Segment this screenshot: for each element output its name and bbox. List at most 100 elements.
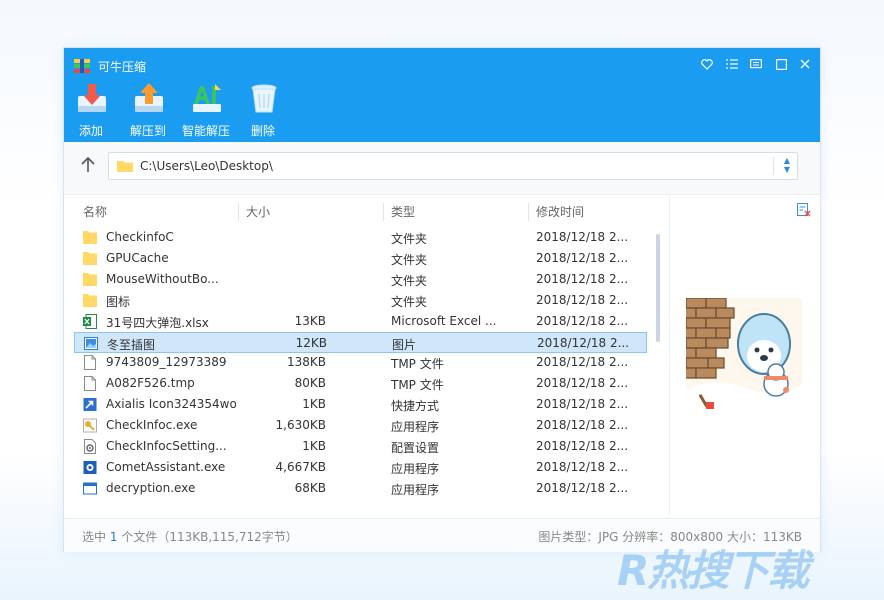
file-row[interactable]: CheckInfoc.exe 1,630KB 应用程序 2018/12/18 2... (74, 415, 647, 436)
file-name: CheckinfoC (106, 230, 174, 244)
tmp-file-icon (83, 376, 97, 392)
image-file-icon (84, 336, 98, 351)
column-type-header[interactable]: 类型 (391, 203, 415, 221)
column-divider[interactable] (528, 203, 529, 221)
config-file-icon (83, 439, 97, 454)
delete-icon (251, 84, 277, 113)
file-name: MouseWithoutBo... (106, 271, 219, 286)
file-modified: 2018/12/18 2... (536, 397, 629, 412)
column-size-header[interactable]: 大小 (246, 203, 270, 221)
column-name-header[interactable]: 名称 (83, 203, 107, 221)
file-type: TMP 文件 (391, 378, 444, 393)
file-type: 快捷方式 (391, 399, 440, 414)
column-divider[interactable] (238, 203, 239, 221)
path-dropdown-icon[interactable]: ▲ ▼ (777, 156, 797, 176)
close-icon[interactable] (797, 56, 813, 72)
tmp-file-icon (83, 355, 97, 371)
exe-app-icon (83, 460, 97, 475)
file-type: 配置设置 (391, 441, 440, 455)
selection-status: 选中 1 个文件（113KB,115,712字节） (82, 530, 298, 544)
file-type: 应用程序 (391, 482, 440, 497)
folder-icon (83, 251, 97, 266)
file-size: 80KB (294, 376, 326, 391)
file-modified: 2018/12/18 2... (536, 439, 629, 453)
smart-extract-button[interactable]: 智能解压 (180, 82, 232, 138)
preview-pane (669, 195, 821, 515)
preview-image (686, 298, 802, 414)
smart-extract-icon (193, 84, 221, 112)
path-text: C:\Users\Leo\Desktop\ (140, 159, 273, 173)
file-modified: 2018/12/18 2... (536, 271, 629, 286)
file-size: 138KB (286, 355, 326, 370)
file-type: 文件夹 (391, 252, 428, 267)
extract-to-icon (135, 83, 163, 112)
file-type: 文件夹 (391, 232, 428, 246)
file-size: 12KB (295, 335, 327, 350)
file-name: 图标 (106, 294, 131, 309)
extract-to-button[interactable]: 解压到 (122, 82, 174, 138)
file-type: 应用程序 (391, 420, 440, 435)
path-input[interactable]: C:\Users\Leo\Desktop\ ▲ ▼ (108, 152, 798, 180)
file-row[interactable]: 31号四大弹泡.xlsx 13KB Microsoft Excel ... 2018/… (74, 311, 647, 332)
file-row[interactable]: GPUCache 文件夹 2018/12/18 2... (74, 248, 647, 269)
file-type: Microsoft Excel ... (391, 313, 497, 328)
watermark: R热搜下载 (617, 546, 809, 595)
file-modified: 2018/12/18 2... (536, 459, 629, 474)
file-type: 文件夹 (391, 273, 428, 288)
folder-icon (117, 161, 133, 172)
close-preview-icon[interactable] (797, 203, 811, 217)
file-modified: 2018/12/18 2... (536, 418, 629, 433)
file-row[interactable]: 图标 文件夹 2018/12/18 2... (74, 290, 647, 311)
selected-count: 1 (109, 530, 118, 544)
add-icon (78, 84, 106, 112)
file-modified: 2018/12/18 2... (536, 250, 629, 265)
file-type: 应用程序 (391, 461, 440, 476)
file-row[interactable]: A082F526.tmp 80KB TMP 文件 2018/12/18 2... (74, 373, 647, 394)
file-row[interactable]: Axialis Icon324354works...1KB快捷方式2018/12… (74, 394, 647, 415)
file-modified: 2018/12/18 2... (537, 335, 630, 350)
file-row[interactable]: decryption.exe 68KB 应用程序 2018/12/18 2... (74, 478, 647, 499)
file-list: 名称 大小 类型 修改时间 CheckinfoC 文件夹 2018/12/18 2.… (64, 195, 669, 515)
folder-icon (83, 272, 97, 287)
file-size: 1KB (302, 397, 326, 412)
column-divider[interactable] (383, 203, 384, 221)
maximize-icon[interactable] (773, 56, 789, 72)
file-modified: 2018/12/18 2... (536, 376, 629, 391)
folder-icon (83, 230, 97, 245)
title-bar: 可牛压缩 添加 解压到 智能解压 删除 (64, 48, 820, 142)
feedback-icon[interactable] (748, 56, 764, 72)
path-divider (773, 157, 774, 175)
favorite-heart-icon[interactable] (699, 56, 715, 72)
column-modified-header[interactable]: 修改时间 (536, 203, 584, 221)
app-logo-icon (74, 59, 90, 73)
file-size: 13KB (294, 313, 326, 328)
exe-key-icon (83, 418, 97, 433)
exe-window-icon (83, 481, 97, 496)
file-row[interactable]: CheckinfoC 文件夹 2018/12/18 2... (74, 227, 647, 248)
file-row[interactable]: CometAssistant.exe 4,667KB 应用程序 2018/12/18 … (74, 457, 647, 478)
file-modified: 2018/12/18 2... (536, 230, 629, 244)
file-type: TMP 文件 (391, 357, 444, 372)
file-name: GPUCache (106, 250, 169, 265)
file-row[interactable]: MouseWithoutBo... 文件夹 2018/12/18 2... (74, 269, 647, 290)
shortcut-icon (83, 397, 97, 412)
file-size: 68KB (294, 480, 326, 495)
file-size: 1,630KB (275, 418, 326, 433)
up-arrow-icon[interactable] (76, 153, 100, 177)
file-modified: 2018/12/18 2... (536, 292, 629, 307)
path-bar: C:\Users\Leo\Desktop\ ▲ ▼ (64, 142, 820, 195)
file-row[interactable]: CheckInfocSetting... 1KB 配置设置 2018/12/18 2.… (74, 436, 647, 457)
add-button[interactable]: 添加 (65, 82, 117, 138)
file-list-scrollbar[interactable] (656, 234, 660, 342)
file-row[interactable]: 冬至插图 12KB 图片 2018/12/18 2... (74, 331, 647, 353)
app-title: 可牛压缩 (98, 60, 147, 74)
file-modified: 2018/12/18 2... (536, 480, 629, 495)
file-type: 图片 (392, 337, 417, 352)
file-row[interactable]: 9743809_12973389 138KB TMP 文件 2018/12/18 2.… (74, 352, 647, 373)
file-modified: 2018/12/18 2... (536, 313, 629, 328)
menu-list-icon[interactable] (724, 56, 740, 72)
file-size: 4,667KB (275, 459, 326, 474)
delete-button[interactable]: 删除 (237, 82, 289, 138)
file-modified: 2018/12/18 2... (536, 355, 629, 370)
app-window: 可牛压缩 添加 解压到 智能解压 删除 C:\Users\Leo\Desktop… (63, 47, 821, 552)
